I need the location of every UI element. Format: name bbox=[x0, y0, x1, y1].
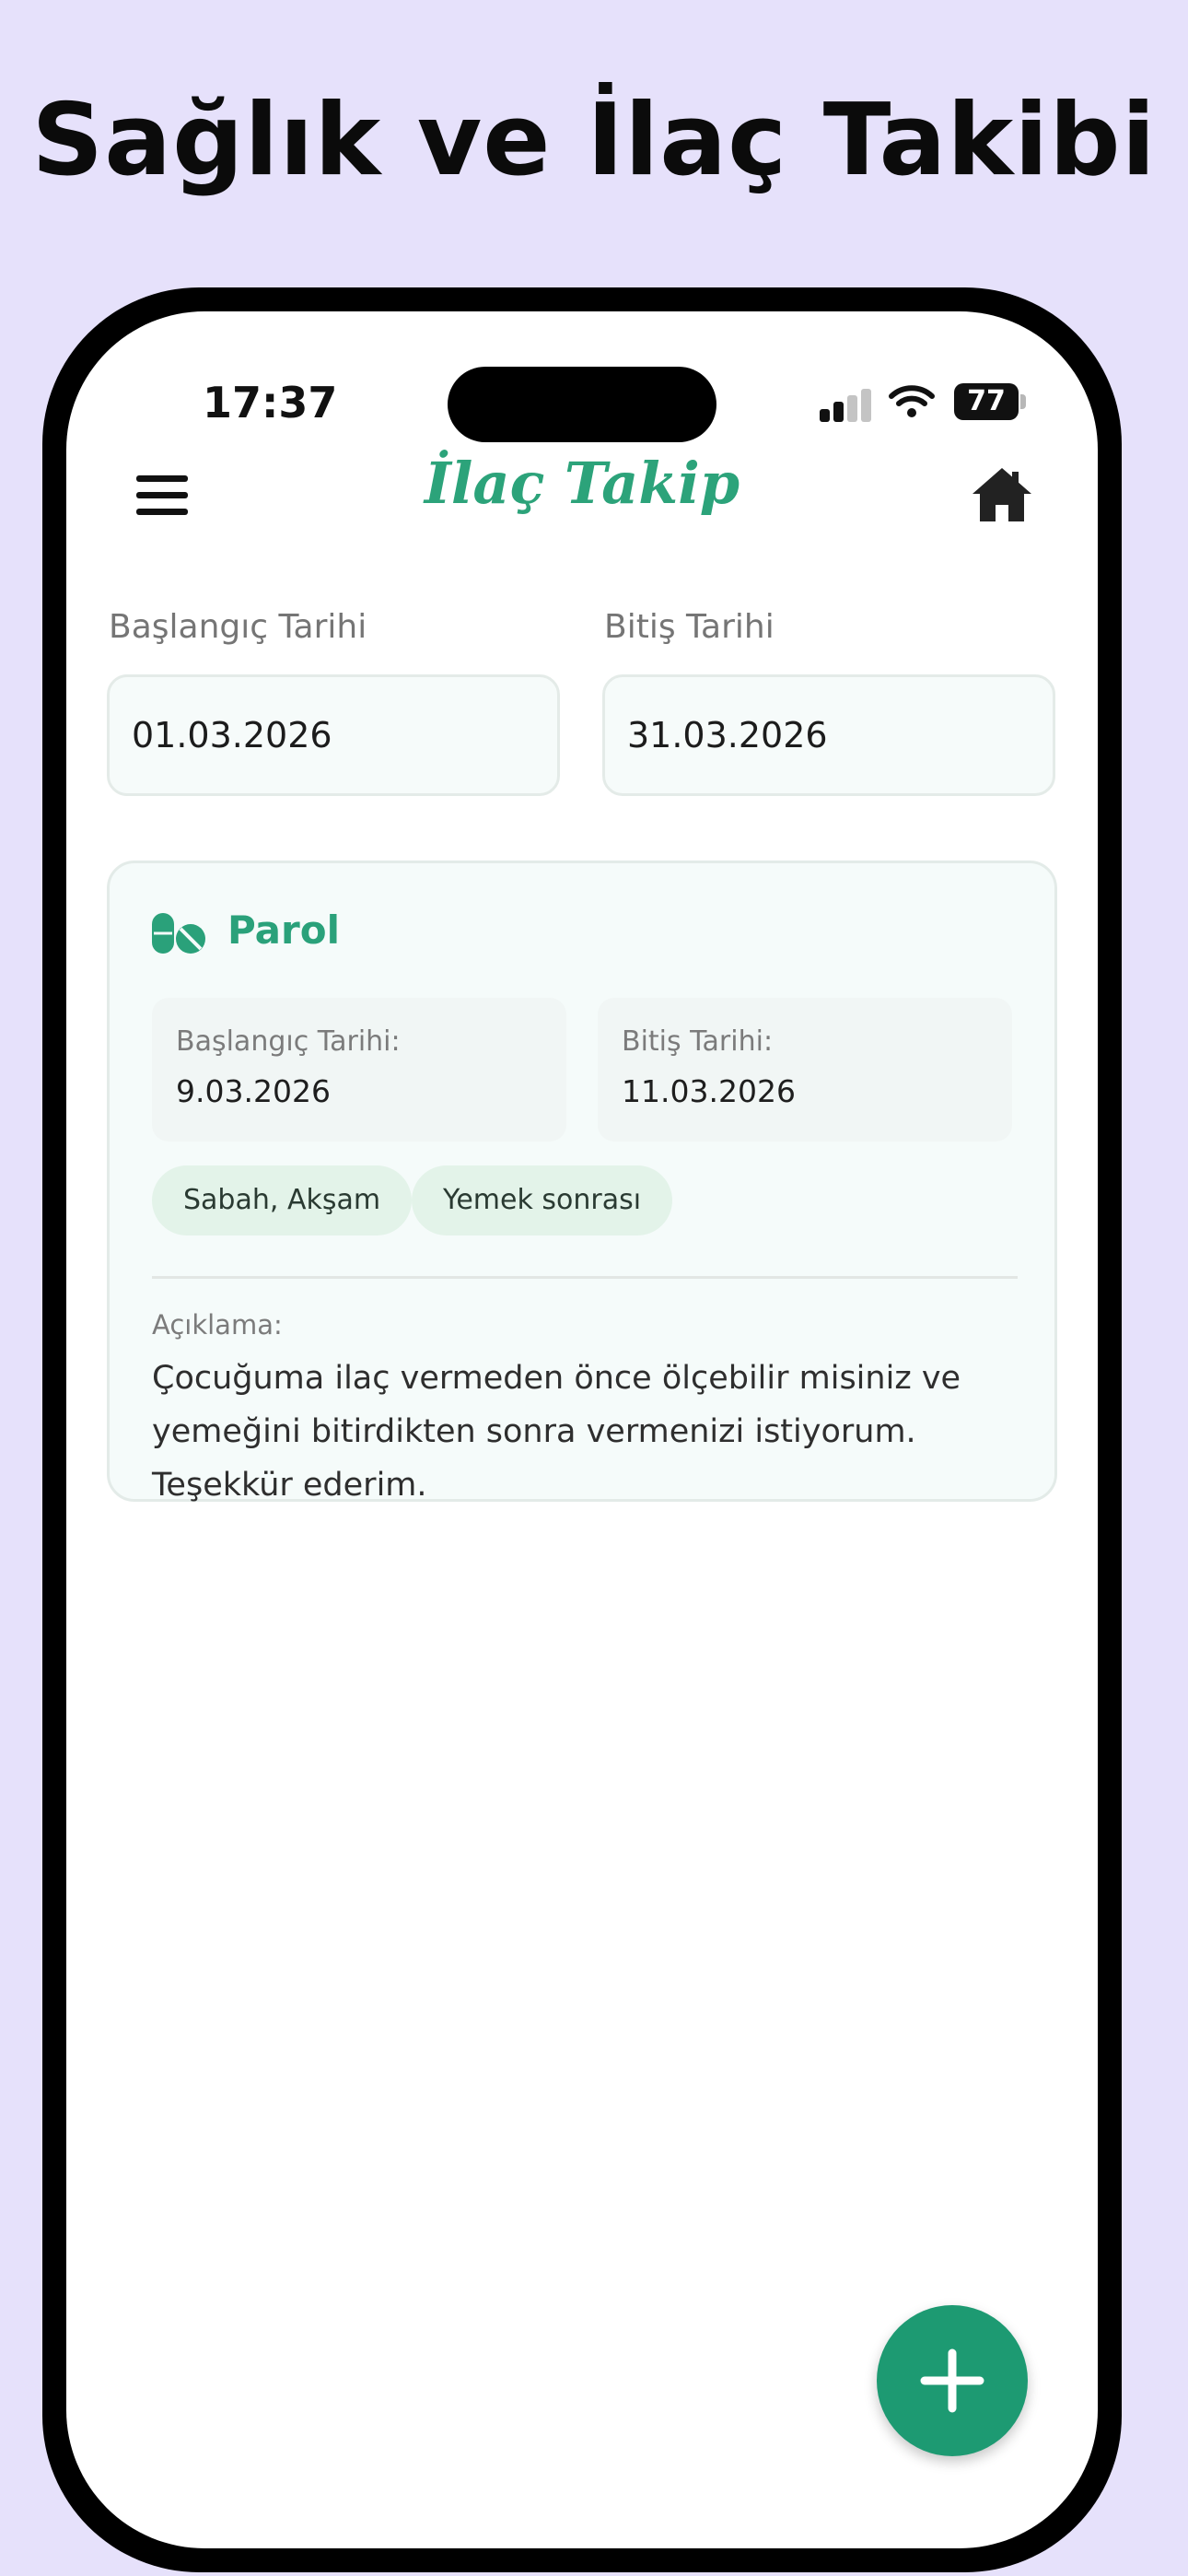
app-screen: 17:37 77 İlaç Takip Başlangıç Tarihi 01.… bbox=[66, 311, 1098, 2548]
wifi-icon bbox=[889, 385, 935, 417]
status-time: 17:37 bbox=[203, 378, 338, 427]
end-date-label: Bitiş Tarihi bbox=[604, 608, 775, 646]
description-text: Çocuğuma ilaç vermeden önce ölçebilir mi… bbox=[152, 1360, 961, 1504]
home-icon[interactable] bbox=[971, 464, 1033, 525]
med-end-value: 11.03.2026 bbox=[622, 1073, 796, 1109]
card-divider bbox=[152, 1276, 1018, 1279]
end-date-field[interactable]: 31.03.2026 bbox=[602, 674, 1055, 796]
pills-icon bbox=[152, 913, 205, 954]
med-end-box: Bitiş Tarihi: 11.03.2026 bbox=[598, 998, 1012, 1142]
medication-card[interactable]: Parol Başlangıç Tarihi: 9.03.2026 Bitiş … bbox=[107, 861, 1057, 1504]
med-end-label: Bitiş Tarihi: bbox=[622, 1025, 774, 1058]
add-medication-button[interactable] bbox=[877, 2305, 1028, 2456]
start-date-field[interactable]: 01.03.2026 bbox=[107, 674, 560, 796]
phone-frame: 17:37 77 İlaç Takip Başlangıç Tarihi 01.… bbox=[42, 287, 1122, 2572]
promo-title: Sağlık ve İlaç Takibi bbox=[31, 83, 1157, 198]
time-tag: Sabah, Akşam bbox=[152, 1165, 413, 1235]
description-label: Açıklama: bbox=[152, 1309, 283, 1341]
med-start-label: Başlangıç Tarihi: bbox=[176, 1025, 401, 1058]
battery-icon: 77 bbox=[954, 383, 1019, 420]
med-start-box: Başlangıç Tarihi: 9.03.2026 bbox=[152, 998, 566, 1142]
dynamic-island bbox=[448, 367, 716, 442]
meal-tag: Yemek sonrası bbox=[412, 1165, 673, 1235]
start-date-label: Başlangıç Tarihi bbox=[109, 608, 367, 646]
app-title: İlaç Takip bbox=[424, 450, 740, 517]
battery-tip bbox=[1020, 394, 1026, 409]
plus-icon bbox=[920, 2348, 984, 2413]
med-start-value: 9.03.2026 bbox=[176, 1073, 331, 1109]
medication-name: Parol bbox=[227, 907, 340, 953]
cellular-signal-icon bbox=[820, 389, 871, 422]
